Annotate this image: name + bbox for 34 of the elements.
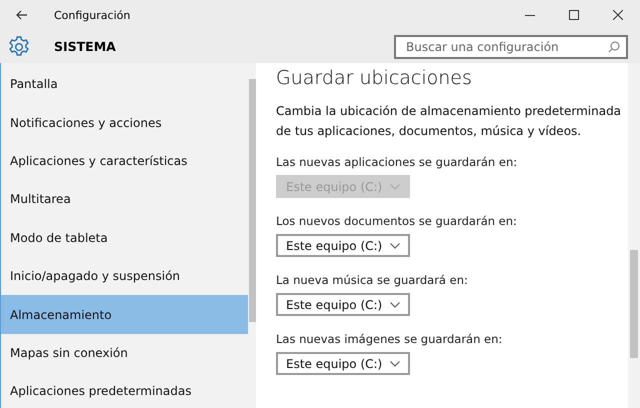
window-title: Configuración — [54, 8, 132, 22]
chevron-down-icon — [390, 242, 400, 248]
page-heading: Guardar ubicaciones — [276, 67, 473, 89]
nav-item[interactable]: Inicio/apagado y suspensión — [1, 256, 248, 296]
chevron-down-icon — [390, 184, 400, 190]
back-arrow-icon — [16, 10, 28, 20]
chevron-down-icon — [390, 302, 400, 308]
gear-icon — [8, 36, 30, 58]
nav-item[interactable]: Modo de tableta — [1, 218, 248, 257]
location-dropdown[interactable]: Este equipo (C:) — [276, 293, 410, 316]
scrollbar-thumb[interactable] — [630, 250, 638, 358]
nav-item[interactable]: Multitarea — [1, 180, 248, 219]
location-dropdown[interactable]: Este equipo (C:) — [276, 352, 410, 375]
nav-item[interactable]: Aplicaciones y características — [1, 142, 248, 180]
nav-item[interactable]: Almacenamiento — [1, 295, 248, 334]
chevron-down-icon — [390, 360, 400, 366]
minimize-icon — [525, 14, 535, 16]
nav-item[interactable]: Mapas sin conexión — [1, 334, 248, 372]
location-dropdown[interactable]: Este equipo (C:) — [276, 234, 410, 257]
scrollbar[interactable] — [628, 63, 640, 408]
close-icon — [613, 10, 623, 20]
nav-item[interactable]: Notificaciones y acciones — [1, 103, 248, 142]
section-title: SISTEMA — [54, 39, 117, 54]
nav-item[interactable]: Aplicaciones predeterminadas — [1, 372, 248, 408]
search-field[interactable]: Buscar una configuración — [394, 34, 628, 58]
setting-label: La nueva música se guardará en: — [276, 273, 468, 287]
description-text: Cambia la ubicación de almacenamiento predeterminada de tus aplicaciones, documentos, música y vídeos. — [276, 103, 622, 140]
nav-item[interactable]: Pantalla — [1, 65, 248, 104]
setting-label: Las nuevas imágenes se guardarán en: — [276, 332, 502, 346]
setting-label: Las nuevas aplicaciones se guardarán en: — [276, 155, 518, 169]
search-icon — [608, 40, 620, 52]
scrollbar-thumb[interactable] — [249, 79, 256, 322]
maximize-icon — [569, 10, 579, 20]
setting-label: Los nuevos documentos se guardarán en: — [276, 214, 517, 228]
